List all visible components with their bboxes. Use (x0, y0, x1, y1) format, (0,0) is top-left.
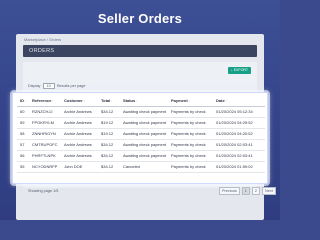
cell-id: 59 (17, 117, 32, 129)
cell-customer: John DOE (64, 161, 101, 173)
cell-customer: Archie Andrews (64, 106, 101, 118)
cell-status: Awaiting check payment (123, 150, 171, 162)
cell-id: 60 (17, 106, 32, 118)
display-suffix: Results per page (56, 84, 86, 88)
cell-total: $34.12 (101, 106, 123, 118)
breadcrumb-orders: Orders (48, 37, 62, 42)
cell-payment: Payments by check (171, 150, 216, 162)
display-results-control: Display 10 Results per page (28, 83, 86, 89)
table-row[interactable]: 60 RZNZCHJJ Archie Andrews $34.12 Awaiti… (17, 106, 265, 118)
cell-id: 55 (17, 161, 32, 173)
results-per-page-select[interactable]: 10 (42, 83, 55, 89)
cell-reference: ZNNHRIGYN (32, 128, 64, 140)
pagination-next[interactable]: Next (262, 187, 276, 195)
cell-date: 01/20/2024 05:12:34 (216, 106, 265, 118)
column-header-payment[interactable]: Payment (171, 96, 216, 107)
cell-customer: Archie Andrews (64, 117, 101, 129)
pagination-info: Showing page 1/5 (28, 189, 59, 193)
cell-status: Awaiting check payment (123, 139, 171, 151)
cell-status: Awaiting check payment (123, 128, 171, 140)
cell-customer: Archie Andrews (64, 139, 101, 151)
cell-payment: Payments by check (171, 161, 216, 173)
breadcrumb-marketplace[interactable]: Marketplace (24, 37, 46, 42)
column-header-total[interactable]: Total (101, 96, 123, 107)
cell-payment: Payments by check (171, 117, 216, 129)
table-row[interactable]: 58 ZNNHRIGYN Archie Andrews $19.12 Await… (17, 128, 265, 140)
cell-reference: NCYODNRFP (32, 161, 64, 173)
orders-table-card: ID Reference Customer Total Status Payme… (12, 92, 268, 184)
cell-payment: Payments by check (171, 139, 216, 151)
cell-date: 01/20/2024 02:03:41 (216, 150, 265, 162)
cell-status: Canceled (123, 161, 171, 173)
cell-reference: FPOKRYLM (32, 117, 64, 129)
column-header-status[interactable]: Status (123, 96, 171, 107)
column-header-id[interactable]: ID (17, 96, 32, 107)
cell-customer: Archie Andrews (64, 128, 101, 140)
cell-id: 56 (17, 150, 32, 162)
cell-date: 01/20/2024 01:59:02 (216, 161, 265, 173)
column-header-reference[interactable]: Reference (32, 96, 64, 107)
cell-reference: PHRFTLNPK (32, 150, 64, 162)
pagination-previous[interactable]: Previous (219, 187, 240, 195)
pagination-page-2[interactable]: 2 (251, 187, 261, 195)
display-prefix: Display (28, 84, 41, 88)
table-header-row: ID Reference Customer Total Status Payme… (17, 96, 265, 107)
export-button[interactable]: ↓ EXPORT (228, 67, 251, 74)
cell-total: $19.12 (101, 128, 123, 140)
table-row[interactable]: 56 PHRFTLNPK Archie Andrews $34.12 Await… (17, 150, 265, 162)
cell-total: $34.12 (101, 139, 123, 151)
cell-payment: Payments by check (171, 106, 216, 118)
cell-status: Awaiting check payment (123, 117, 171, 129)
orders-header-bar: ORDERS (23, 45, 257, 57)
cell-date: 01/20/2024 02:03:41 (216, 139, 265, 151)
column-header-customer[interactable]: Customer (64, 96, 101, 107)
cell-customer: Archie Andrews (64, 150, 101, 162)
cell-total: $34.12 (101, 161, 123, 173)
column-header-date[interactable]: Date (216, 96, 265, 107)
cell-reference: CMTRUPOFC (32, 139, 64, 151)
page-title: Seller Orders (97, 11, 183, 26)
pagination: Previous 1 2 Next (219, 187, 276, 195)
breadcrumb: Marketplace/Orders (24, 37, 62, 42)
pagination-page-1[interactable]: 1 (241, 187, 250, 195)
cell-payment: Payments by check (171, 128, 216, 140)
table-row[interactable]: 59 FPOKRYLM Archie Andrews $19.12 Awaiti… (17, 117, 265, 129)
table-row[interactable]: 57 CMTRUPOFC Archie Andrews $34.12 Await… (17, 139, 265, 151)
cell-total: $19.12 (101, 117, 123, 129)
cell-reference: RZNZCHJJ (32, 106, 64, 118)
cell-date: 01/20/2024 04:20:52 (216, 128, 265, 140)
cell-date: 01/20/2024 04:29:52 (216, 117, 265, 129)
cell-total: $34.12 (101, 150, 123, 162)
orders-header-label: ORDERS (29, 48, 55, 54)
orders-table: ID Reference Customer Total Status Payme… (17, 96, 265, 173)
table-row[interactable]: 55 NCYODNRFP John DOE $34.12 Canceled Pa… (17, 161, 265, 173)
cell-id: 57 (17, 139, 32, 151)
cell-status: Awaiting check payment (123, 106, 171, 118)
cell-id: 58 (17, 128, 32, 140)
